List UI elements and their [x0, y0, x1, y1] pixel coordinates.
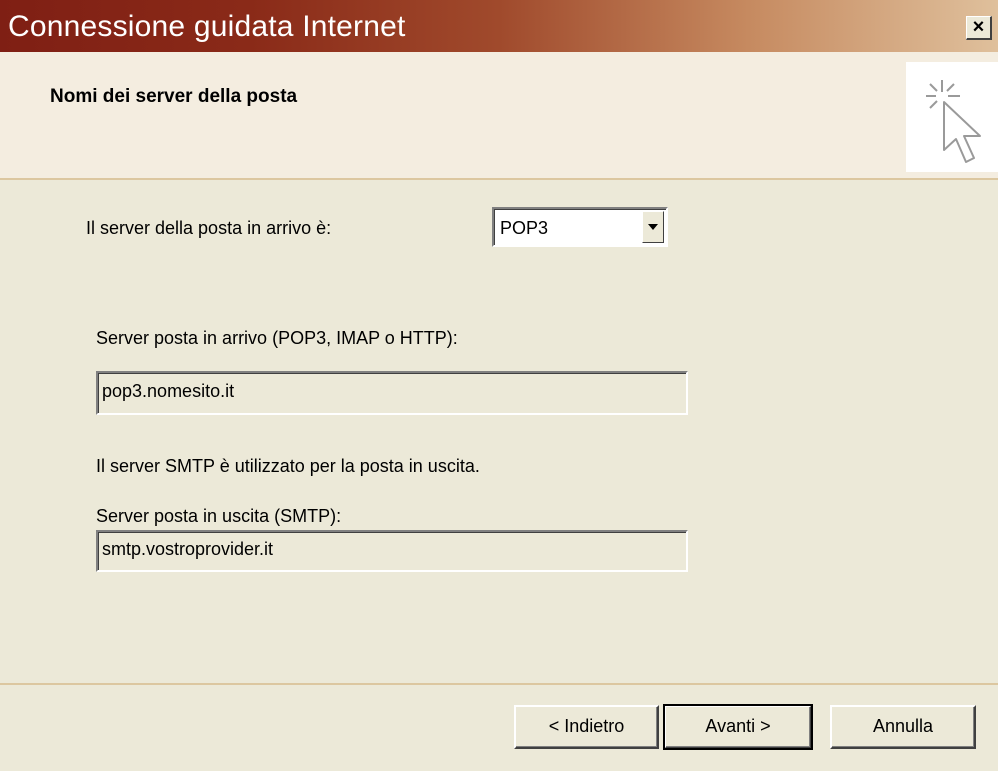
back-button-label: < Indietro: [548, 716, 625, 736]
cancel-button-label: Annulla: [872, 716, 934, 736]
incoming-server-label: Server posta in arrivo (POP3, IMAP o HTT…: [96, 328, 458, 348]
chevron-down-icon[interactable]: [642, 211, 664, 243]
close-button[interactable]: ×: [966, 16, 992, 40]
page-title: Nomi dei server della posta: [50, 86, 298, 107]
next-button[interactable]: Avanti >: [663, 704, 813, 750]
incoming-type-value: POP3: [500, 218, 549, 238]
header-divider: [0, 178, 998, 180]
outgoing-server-field[interactable]: smtp.vostroprovider.it: [96, 530, 688, 572]
incoming-server-field[interactable]: pop3.nomesito.it: [96, 371, 688, 415]
wizard-header: Nomi dei server della posta: [0, 52, 998, 178]
title-bar[interactable]: Connessione guidata Internet ×: [0, 0, 998, 52]
cancel-button[interactable]: Annulla: [830, 705, 976, 749]
wizard-cursor-icon: [906, 62, 998, 172]
window-title: Connessione guidata Internet: [8, 10, 406, 43]
back-button[interactable]: < Indietro: [514, 705, 659, 749]
outgoing-server-value: smtp.vostroprovider.it: [102, 539, 274, 559]
outgoing-server-label: Server posta in uscita (SMTP):: [96, 506, 342, 526]
incoming-type-select[interactable]: POP3: [492, 207, 668, 247]
incoming-type-label: Il server della posta in arrivo è:: [86, 218, 332, 238]
close-icon: ×: [972, 16, 985, 38]
incoming-server-value: pop3.nomesito.it: [102, 381, 235, 401]
footer-divider: [0, 683, 998, 685]
wizard-window: Connessione guidata Internet × Nomi dei …: [0, 0, 998, 771]
next-button-label: Avanti >: [705, 716, 771, 736]
smtp-info-text: Il server SMTP è utilizzato per la posta…: [96, 456, 480, 476]
